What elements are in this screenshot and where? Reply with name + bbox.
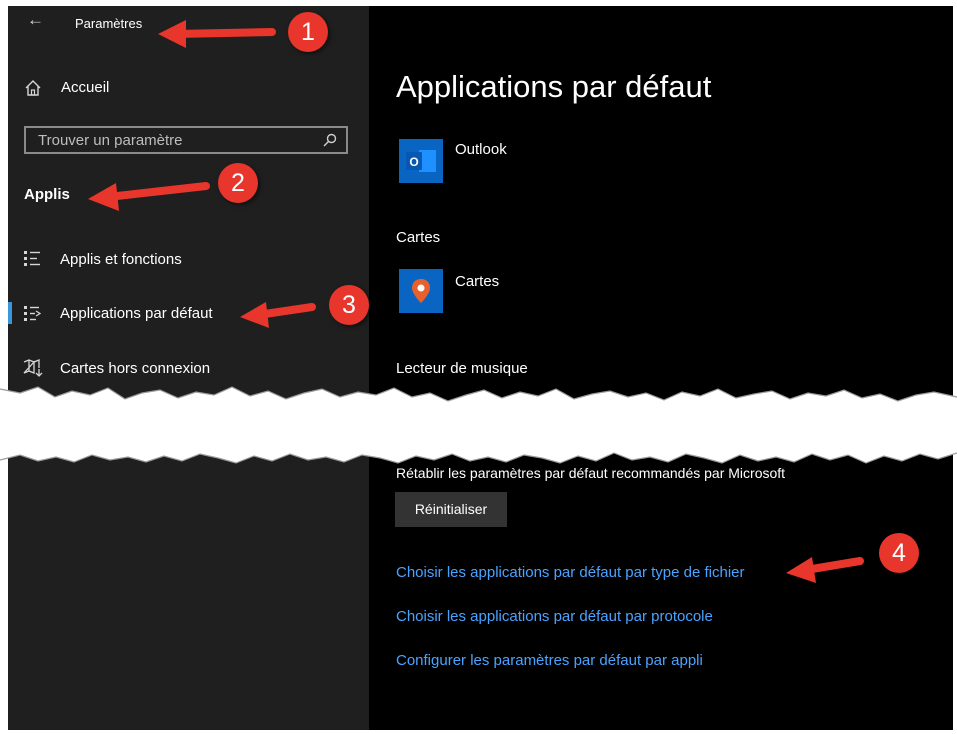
arrow-3	[240, 302, 316, 328]
arrow-4	[786, 557, 864, 583]
annotation-arrows	[88, 20, 864, 583]
callout-badge-4: 4	[879, 533, 919, 573]
callout-badge-2: 2	[218, 163, 258, 203]
callout-badge-3: 3	[329, 285, 369, 325]
arrow-2	[88, 182, 210, 211]
callout-badge-1: 1	[288, 12, 328, 52]
arrow-1	[158, 20, 276, 48]
